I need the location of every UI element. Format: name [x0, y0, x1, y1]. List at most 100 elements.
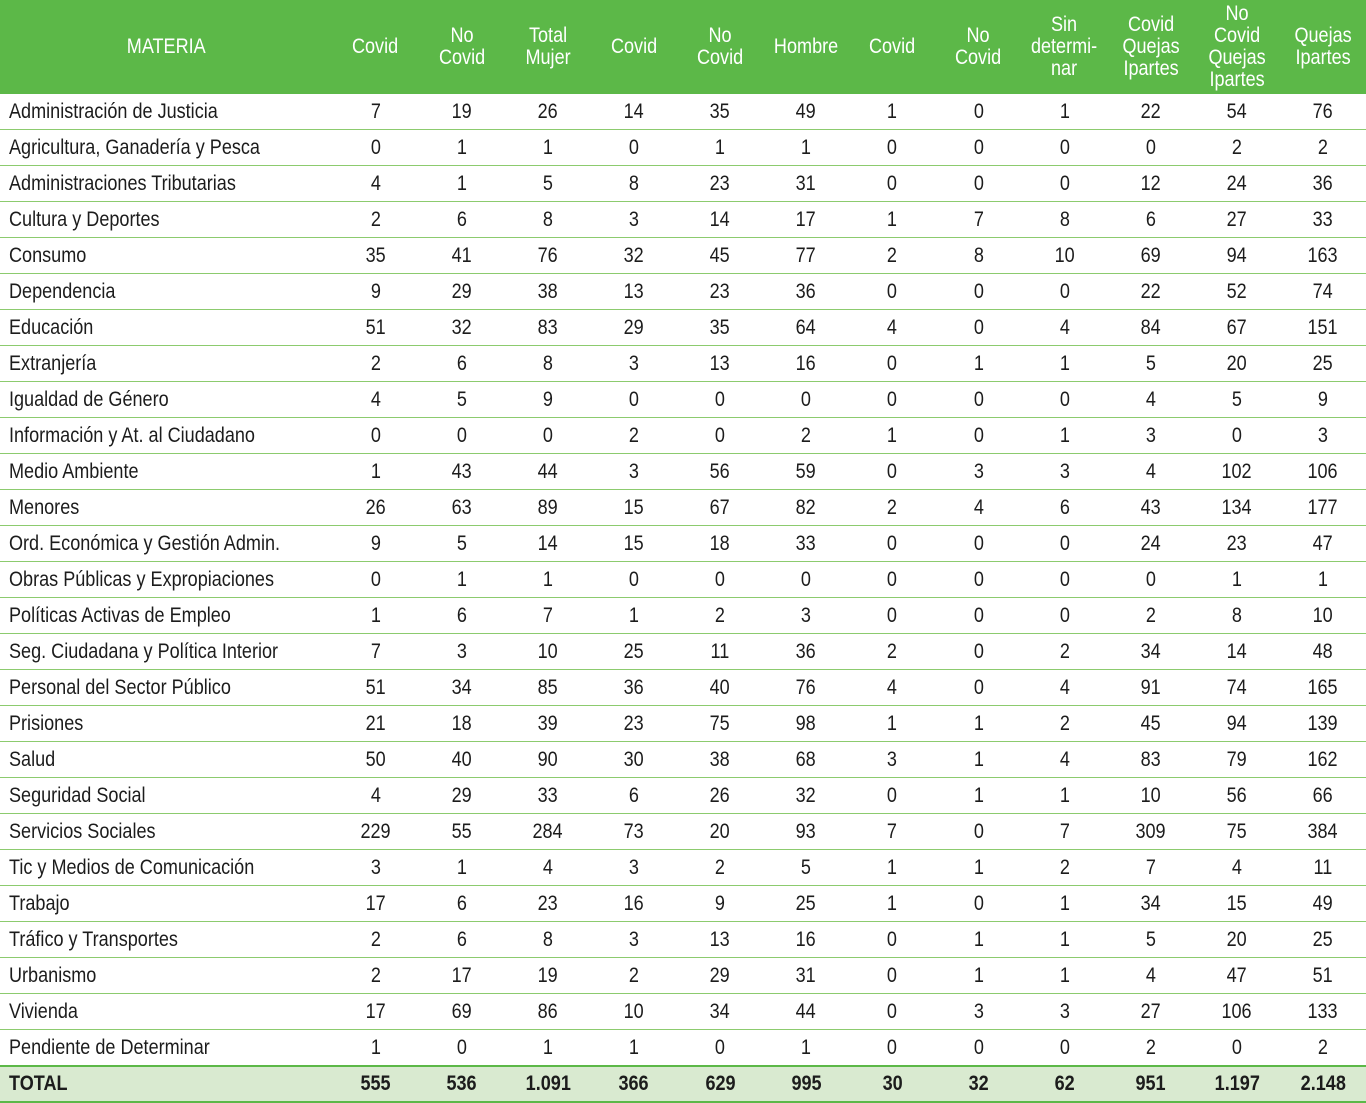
column-header-line: Covid: [696, 46, 744, 69]
value-cell: 56: [1193, 777, 1280, 814]
value-cell: 38: [676, 741, 764, 778]
cell-text: 0: [1059, 531, 1070, 555]
value-cell: 5: [1107, 345, 1194, 382]
value-cell: 106: [1193, 993, 1280, 1030]
cell-text: 15: [623, 531, 644, 555]
value-cell: 2: [1107, 1029, 1194, 1067]
value-cell: 47: [1279, 525, 1366, 562]
value-cell: 32: [763, 777, 850, 814]
cell-text: 1: [887, 99, 898, 123]
value-cell: 49: [763, 94, 850, 130]
value-cell: 24: [1193, 165, 1280, 202]
value-cell: 39: [504, 705, 591, 742]
value-cell: 1: [1021, 417, 1108, 454]
cell-text: 73: [623, 819, 644, 843]
value-cell: 40: [676, 669, 764, 706]
column-header-line: MATERIA: [126, 35, 206, 58]
cell-text: 0: [973, 99, 984, 123]
cell-text: 106: [1221, 999, 1252, 1023]
cell-text: 3: [456, 639, 467, 663]
value-cell: 0: [849, 993, 936, 1030]
value-cell: 19: [504, 957, 591, 994]
cell-text: 0: [887, 783, 898, 807]
cell-text: 4: [973, 495, 984, 519]
cell-text: 1: [456, 567, 467, 591]
cell-text: 30: [882, 1072, 903, 1095]
column-header-line: Quejas: [1122, 35, 1180, 58]
cell-text: 4: [887, 315, 898, 339]
table-row: Medio Ambiente 1 43 44 3 56 59 0 3 3 4 102 106: [0, 453, 1366, 490]
column-header: Sin determi-nar: [1027, 0, 1102, 94]
cell-text: 31: [796, 963, 817, 987]
cell-text: 1: [887, 891, 898, 915]
value-cell: 4: [1193, 849, 1280, 886]
cell-text: 3: [370, 855, 381, 879]
cell-text: Obras Públicas y Expropiaciones: [9, 567, 275, 591]
cell-text: 4: [887, 675, 898, 699]
cell-text: 20: [1226, 351, 1247, 375]
value-cell: 0: [1021, 525, 1108, 562]
value-cell: 0: [676, 381, 764, 418]
value-cell: 18: [676, 525, 764, 562]
cell-text: 91: [1140, 675, 1161, 699]
column-header: No Covid Quejas Ipartes: [1199, 0, 1274, 94]
value-cell: 25: [590, 633, 677, 670]
cell-text: 3: [628, 855, 639, 879]
value-cell: 0: [849, 921, 936, 958]
cell-text: 10: [1140, 783, 1161, 807]
value-cell: 7: [1021, 813, 1108, 850]
cell-text: 0: [973, 279, 984, 303]
cell-text: Cultura y Deportes: [9, 207, 160, 231]
cell-text: Menores: [9, 495, 80, 519]
value-cell: 1: [504, 129, 591, 166]
value-cell: 84: [1107, 309, 1194, 346]
cell-text: 25: [796, 891, 817, 915]
value-cell: 48: [1279, 633, 1366, 670]
value-cell: 1: [332, 1029, 419, 1067]
materia-cell: Educación: [0, 309, 333, 346]
value-cell: 83: [504, 309, 591, 346]
value-cell: 35: [676, 94, 764, 130]
value-cell: 4: [849, 309, 936, 346]
materia-cell: Seguridad Social: [0, 777, 333, 814]
cell-text: 98: [796, 711, 817, 735]
cell-text: 0: [887, 279, 898, 303]
value-cell: 0: [849, 345, 936, 382]
cell-text: Políticas Activas de Empleo: [9, 603, 231, 627]
cell-text: 75: [1226, 819, 1247, 843]
cell-text: 5: [1231, 387, 1242, 411]
value-cell: 26: [332, 489, 419, 526]
cell-text: 3: [1317, 423, 1328, 447]
column-header-line: Ipartes: [1295, 46, 1351, 69]
cell-text: 0: [801, 387, 812, 411]
value-cell: 0: [332, 129, 419, 166]
value-cell: 1: [418, 165, 505, 202]
cell-text: 26: [537, 99, 558, 123]
cell-text: 24: [1226, 171, 1247, 195]
cell-text: 32: [623, 243, 644, 267]
value-cell: 14: [590, 94, 677, 130]
value-cell: 5: [1193, 381, 1280, 418]
value-cell: 75: [676, 705, 764, 742]
value-cell: 0: [935, 1029, 1022, 1067]
value-cell: 177: [1279, 489, 1366, 526]
value-cell: 5: [763, 849, 850, 886]
cell-text: 1: [887, 207, 898, 231]
materia-cell: Urbanismo: [0, 957, 333, 994]
table-row: Extranjería 2 6 8 3 13 16 0 1 1 5 20 25: [0, 345, 1366, 382]
cell-text: 0: [1059, 1035, 1070, 1059]
materia-cell: Vivienda: [0, 993, 333, 1030]
cell-text: 2: [370, 963, 381, 987]
cell-text: 27: [1226, 207, 1247, 231]
cell-text: 1: [456, 855, 467, 879]
value-cell: 3: [849, 741, 936, 778]
cell-text: Agricultura, Ganadería y Pesca: [9, 135, 260, 159]
cell-text: 9: [542, 387, 553, 411]
cell-text: 0: [628, 387, 639, 411]
value-cell: 2: [1279, 1029, 1366, 1067]
cell-text: 25: [623, 639, 644, 663]
total-label: TOTAL: [0, 1065, 333, 1103]
value-cell: 6: [590, 777, 677, 814]
cell-text: 2: [1145, 1035, 1156, 1059]
materia-cell: Ord. Económica y Gestión Admin.: [0, 525, 333, 562]
